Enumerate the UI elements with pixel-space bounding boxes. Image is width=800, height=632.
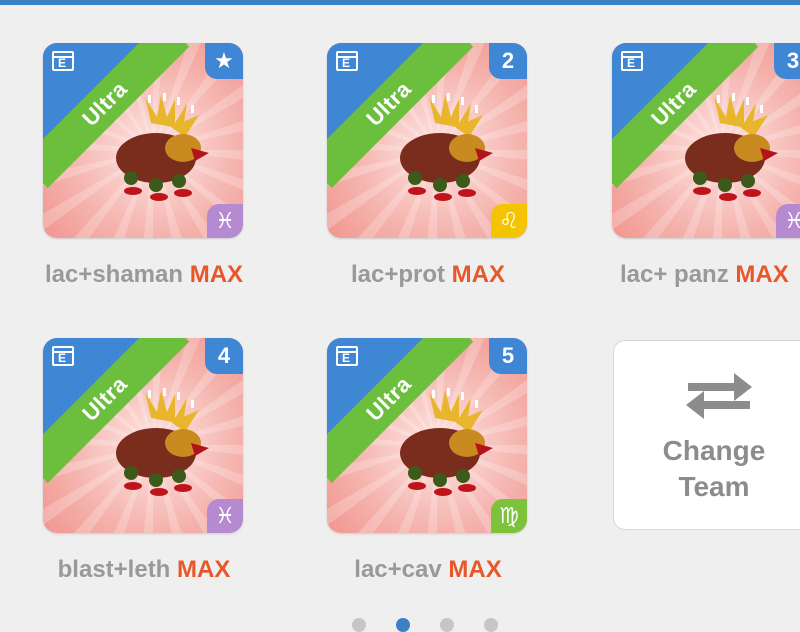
team-grid: Ultra ★ ♓ lac+shaman MAX Ultra 2 [0, 0, 800, 632]
pisces-icon: ♓ [207, 204, 243, 238]
swap-arrows-icon [686, 373, 752, 419]
level-max: MAX [451, 261, 506, 288]
monster-portrait [400, 93, 493, 201]
monster-name: lac+cav [354, 556, 442, 583]
pisces-icon: ♓ [207, 499, 243, 533]
monster-name: lac+ panz [620, 261, 729, 288]
monster-portrait [116, 93, 209, 201]
leo-icon: ♌ [491, 204, 527, 238]
monster-name: lac+shaman [44, 261, 184, 288]
monster-portrait [685, 93, 778, 201]
page-dot-2[interactable] [396, 618, 410, 632]
pisces-icon: ♓ [776, 204, 800, 238]
change-team-button[interactable]: Change Team [613, 340, 800, 530]
team-card-5[interactable]: Ultra 5 ♍ [327, 338, 527, 533]
monster-portrait [116, 388, 209, 496]
monster-name: lac+prot [350, 261, 445, 288]
team-card-3[interactable]: Ultra 3 ♓ [612, 43, 800, 238]
event-calendar-icon [621, 51, 643, 71]
page-dot-3[interactable] [440, 618, 454, 632]
page-indicator [352, 618, 498, 632]
level-max: MAX [735, 261, 789, 288]
page-dot-4[interactable] [484, 618, 498, 632]
level-max: MAX [448, 556, 502, 583]
card-5-label: lac+cav MAX [298, 556, 558, 584]
card-4-label: blast+leth MAX [14, 556, 274, 584]
leader-star-icon: ★ [205, 43, 243, 79]
page-dot-1[interactable] [352, 618, 366, 632]
card-1-label: lac+shaman MAX [14, 261, 274, 289]
team-card-1[interactable]: Ultra ★ ♓ [43, 43, 243, 238]
team-card-4[interactable]: Ultra 4 ♓ [43, 338, 243, 533]
slot-number-badge: 3 [774, 43, 800, 79]
event-calendar-icon [336, 346, 358, 366]
level-max: MAX [177, 556, 231, 583]
event-calendar-icon [336, 51, 358, 71]
virgo-icon: ♍ [491, 499, 527, 533]
level-max: MAX [189, 261, 244, 288]
slot-number-badge: 4 [205, 338, 243, 374]
slot-number-badge: 5 [489, 338, 527, 374]
monster-portrait [400, 388, 493, 496]
event-calendar-icon [52, 51, 74, 71]
monster-name: blast+leth [57, 556, 171, 583]
card-3-label: lac+ panz MAX [584, 261, 800, 289]
team-card-2[interactable]: Ultra 2 ♌ [327, 43, 527, 238]
card-2-label: lac+prot MAX [298, 261, 558, 289]
change-team-label-line2: Team [678, 471, 750, 502]
event-calendar-icon [52, 346, 74, 366]
change-team-label-line1: Change [662, 435, 766, 466]
slot-number-badge: 2 [489, 43, 527, 79]
